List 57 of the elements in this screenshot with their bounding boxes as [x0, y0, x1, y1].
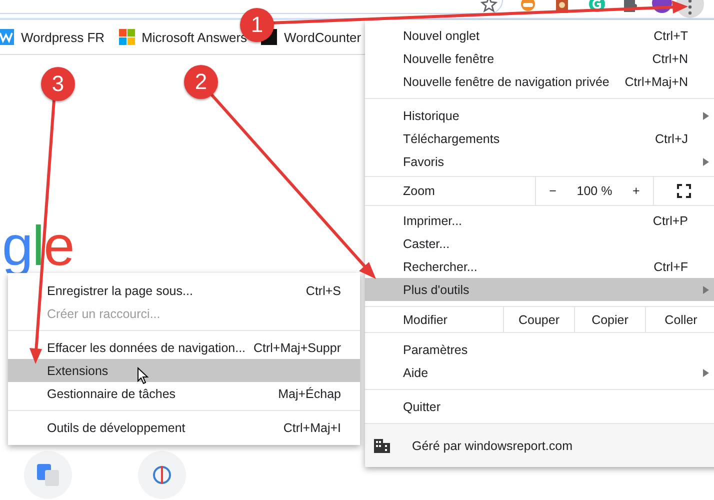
- site-shortcut-tile[interactable]: [138, 451, 186, 499]
- robot-icon[interactable]: [519, 0, 537, 13]
- zoom-out-button[interactable]: −: [543, 184, 562, 198]
- fullscreen-button[interactable]: [677, 184, 691, 198]
- building-icon: [374, 438, 390, 452]
- edit-action-button[interactable]: Couper: [503, 307, 574, 332]
- menu-item[interactable]: Imprimer... Ctrl+P: [365, 209, 714, 232]
- edit-action-button[interactable]: Coller: [645, 307, 714, 332]
- four-squares-icon: [118, 29, 135, 45]
- zoom-in-button[interactable]: +: [626, 184, 646, 198]
- translate-shortcut-tile[interactable]: [24, 451, 72, 499]
- shortcut-text: Ctrl+J: [655, 132, 688, 146]
- menu-item[interactable]: Caster...: [365, 232, 714, 255]
- menu-item[interactable]: Téléchargements Ctrl+J: [365, 127, 714, 150]
- step-badge: 2: [184, 65, 218, 99]
- menu-item[interactable]: Effacer les données de navigation... Ctrl+Maj+Suppr: [8, 336, 360, 359]
- shortcut-text: Maj+Échap: [278, 386, 341, 400]
- menu-item[interactable]: Outils de développement Ctrl+Maj+I: [8, 416, 360, 439]
- puzzle-icon[interactable]: [622, 0, 638, 14]
- menu-item[interactable]: Historique: [365, 104, 714, 127]
- menu-item[interactable]: Enregistrer la page sous... Ctrl+S: [8, 279, 360, 302]
- menu-item[interactable]: Nouvelle fenêtre Ctrl+N: [365, 47, 714, 70]
- shortcut-text: Ctrl+Maj+N: [624, 74, 688, 88]
- zoom-level: 100 %: [576, 184, 612, 198]
- shortcut-text: Ctrl+P: [652, 214, 688, 228]
- managed-text: Géré par windowsreport.com: [412, 438, 572, 452]
- menu-item[interactable]: Rechercher... Ctrl+F: [365, 255, 714, 278]
- managed-notice[interactable]: Géré par windowsreport.com: [365, 423, 714, 467]
- edit-label: Modifier: [402, 312, 448, 326]
- shortcut-text: Ctrl+F: [654, 260, 688, 274]
- menu-item[interactable]: Gestionnaire de tâches Maj+Échap: [8, 382, 360, 405]
- shortcut-text: Ctrl+S: [306, 284, 341, 298]
- menu-icon: [688, 0, 692, 15]
- menu-item[interactable]: Plus d'outils: [365, 278, 714, 301]
- menu-item[interactable]: Nouvelle fenêtre de navigation privée Ctrl+Maj+N: [365, 70, 714, 93]
- grammar-icon[interactable]: [588, 0, 606, 14]
- menu-item[interactable]: Paramètres: [365, 338, 714, 361]
- bookmark[interactable]: Microsoft Answers: [118, 29, 248, 45]
- menu-item[interactable]: Extensions: [8, 359, 360, 382]
- menu-item[interactable]: Nouvel onglet Ctrl+T: [365, 24, 714, 47]
- shortcut-text: Ctrl+N: [652, 52, 688, 66]
- step-badge: 3: [41, 67, 75, 101]
- globe-icon: [151, 464, 173, 486]
- avatar-icon[interactable]: [652, 0, 672, 14]
- translate-icon: [35, 462, 61, 488]
- bookmark[interactable]: Wordpress FR: [0, 29, 105, 45]
- mouse-cursor-icon: [137, 367, 149, 385]
- menu-item[interactable]: Quitter: [365, 395, 714, 418]
- shortcut-text: Ctrl+Maj+I: [283, 420, 341, 434]
- fullscreen-icon: [677, 184, 691, 198]
- edit-action-button[interactable]: Copier: [574, 307, 645, 332]
- menu-item[interactable]: Aide: [365, 361, 714, 384]
- shortcut-text: Ctrl+T: [654, 28, 688, 42]
- menu-item[interactable]: Favoris: [365, 150, 714, 173]
- zoom-label: Zoom: [402, 184, 436, 198]
- star-icon[interactable]: [480, 0, 498, 14]
- shortcut-text: Ctrl+Maj+Suppr: [253, 340, 341, 354]
